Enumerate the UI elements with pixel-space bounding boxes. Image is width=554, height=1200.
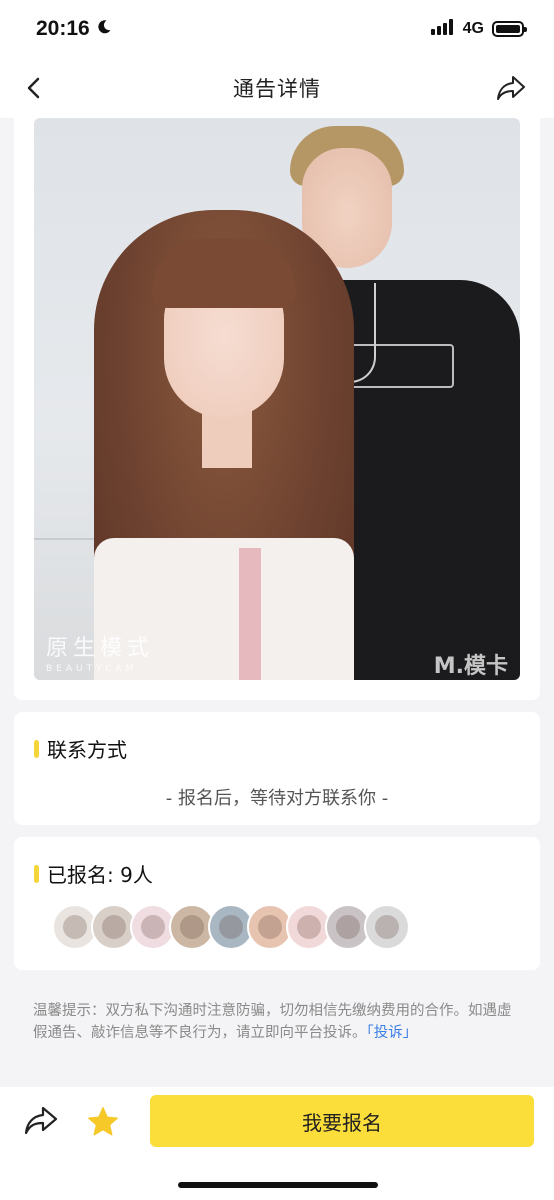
nav-bar: 通告详情 bbox=[0, 58, 554, 118]
report-link[interactable]: 「投诉」 bbox=[367, 1025, 418, 1041]
battery-icon bbox=[492, 21, 527, 37]
watermark-sub: BEAUTYCAM bbox=[46, 664, 138, 674]
star-icon bbox=[88, 1107, 118, 1136]
avatar-face bbox=[336, 915, 360, 939]
apply-button[interactable]: 我要报名 bbox=[150, 1095, 534, 1147]
photo-girl-trim bbox=[239, 548, 261, 680]
accent-bar bbox=[34, 739, 39, 758]
share-icon bbox=[24, 1106, 58, 1135]
watermark-main: 原生模式 bbox=[46, 636, 155, 661]
contact-note: - 报名后，等待对方联系你 - bbox=[165, 788, 389, 809]
contact-card: 联系方式 - 报名后，等待对方联系你 - bbox=[14, 712, 540, 825]
bottom-share-button[interactable] bbox=[22, 1103, 60, 1139]
safety-tip: 温馨提示：双方私下沟通时注意防骗，切勿相信先缴纳费用的合作。如遇虚假通告、敲诈信… bbox=[33, 1000, 523, 1044]
share-icon bbox=[497, 76, 525, 100]
announcement-photo[interactable]: 原生模式 BEAUTYCAM M.模卡 bbox=[34, 118, 520, 680]
home-indicator bbox=[178, 1182, 378, 1188]
avatar-face bbox=[219, 915, 243, 939]
photo-watermark-right: M.模卡 bbox=[433, 654, 508, 679]
signup-title: 已报名: 9人 bbox=[47, 863, 153, 887]
avatar-face bbox=[102, 915, 126, 939]
contact-title: 联系方式 bbox=[47, 738, 127, 762]
status-right: 4G bbox=[430, 19, 527, 39]
back-arrow-icon bbox=[27, 77, 40, 99]
signup-heading: 已报名: 9人 bbox=[34, 859, 153, 888]
avatar-face bbox=[375, 915, 399, 939]
photo-card: 原生模式 BEAUTYCAM M.模卡 bbox=[14, 118, 540, 700]
signup-card: 已报名: 9人 bbox=[14, 837, 540, 970]
share-button[interactable] bbox=[494, 72, 528, 104]
status-left: 20:16 bbox=[36, 17, 112, 41]
favorite-button[interactable] bbox=[84, 1103, 122, 1141]
accent-bar bbox=[34, 864, 39, 883]
network-label: 4G bbox=[462, 20, 484, 37]
avatar-face bbox=[141, 915, 165, 939]
photo-girl-bangs bbox=[152, 238, 296, 308]
contact-heading: 联系方式 bbox=[34, 734, 127, 763]
avatar-face bbox=[258, 915, 282, 939]
avatar-face bbox=[297, 915, 321, 939]
status-bar: 20:16 4G bbox=[0, 0, 554, 58]
photo-watermark-left: 原生模式 BEAUTYCAM bbox=[46, 630, 154, 674]
tip-text: 温馨提示：双方私下沟通时注意防骗，切勿相信先缴纳费用的合作。如遇虚假通告、敲诈信… bbox=[33, 1003, 512, 1041]
signup-avatar[interactable] bbox=[364, 904, 410, 950]
signup-avatars[interactable] bbox=[52, 904, 410, 950]
moon-icon bbox=[96, 19, 112, 39]
back-button[interactable] bbox=[18, 72, 50, 104]
avatar-face bbox=[180, 915, 204, 939]
page-title: 通告详情 bbox=[233, 77, 321, 101]
avatar-face bbox=[63, 915, 87, 939]
status-time: 20:16 bbox=[36, 17, 90, 40]
signal-icon bbox=[430, 19, 455, 39]
